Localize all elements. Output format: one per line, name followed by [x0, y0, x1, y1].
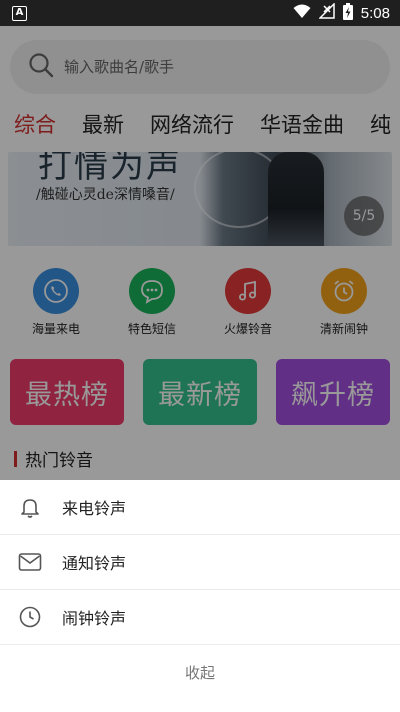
- sheet-item-label: 来电铃声: [62, 499, 127, 518]
- status-time: 5:08: [360, 4, 390, 22]
- sheet-item-call-ringtone[interactable]: 来电铃声: [0, 480, 400, 535]
- sheet-item-alarm-ringtone[interactable]: 闹钟铃声: [0, 590, 400, 645]
- no-signal-icon: [317, 2, 335, 23]
- sheet-item-label: 闹钟铃声: [62, 609, 127, 628]
- battery-charging-icon: [342, 2, 353, 24]
- wifi-icon: [293, 4, 311, 23]
- bell-icon: [18, 495, 42, 519]
- app-notification-icon: A: [12, 5, 27, 21]
- status-icons: 5:08: [293, 2, 390, 24]
- sheet-item-notification-ringtone[interactable]: 通知铃声: [0, 535, 400, 590]
- clock-icon: [18, 605, 42, 629]
- ringtone-type-sheet: 来电铃声 通知铃声 闹钟铃声 收起: [0, 480, 400, 712]
- mail-icon: [18, 550, 42, 574]
- status-bar: A 5:08: [0, 0, 400, 26]
- sheet-close-button[interactable]: 收起: [0, 645, 400, 700]
- sheet-item-label: 通知铃声: [62, 554, 127, 573]
